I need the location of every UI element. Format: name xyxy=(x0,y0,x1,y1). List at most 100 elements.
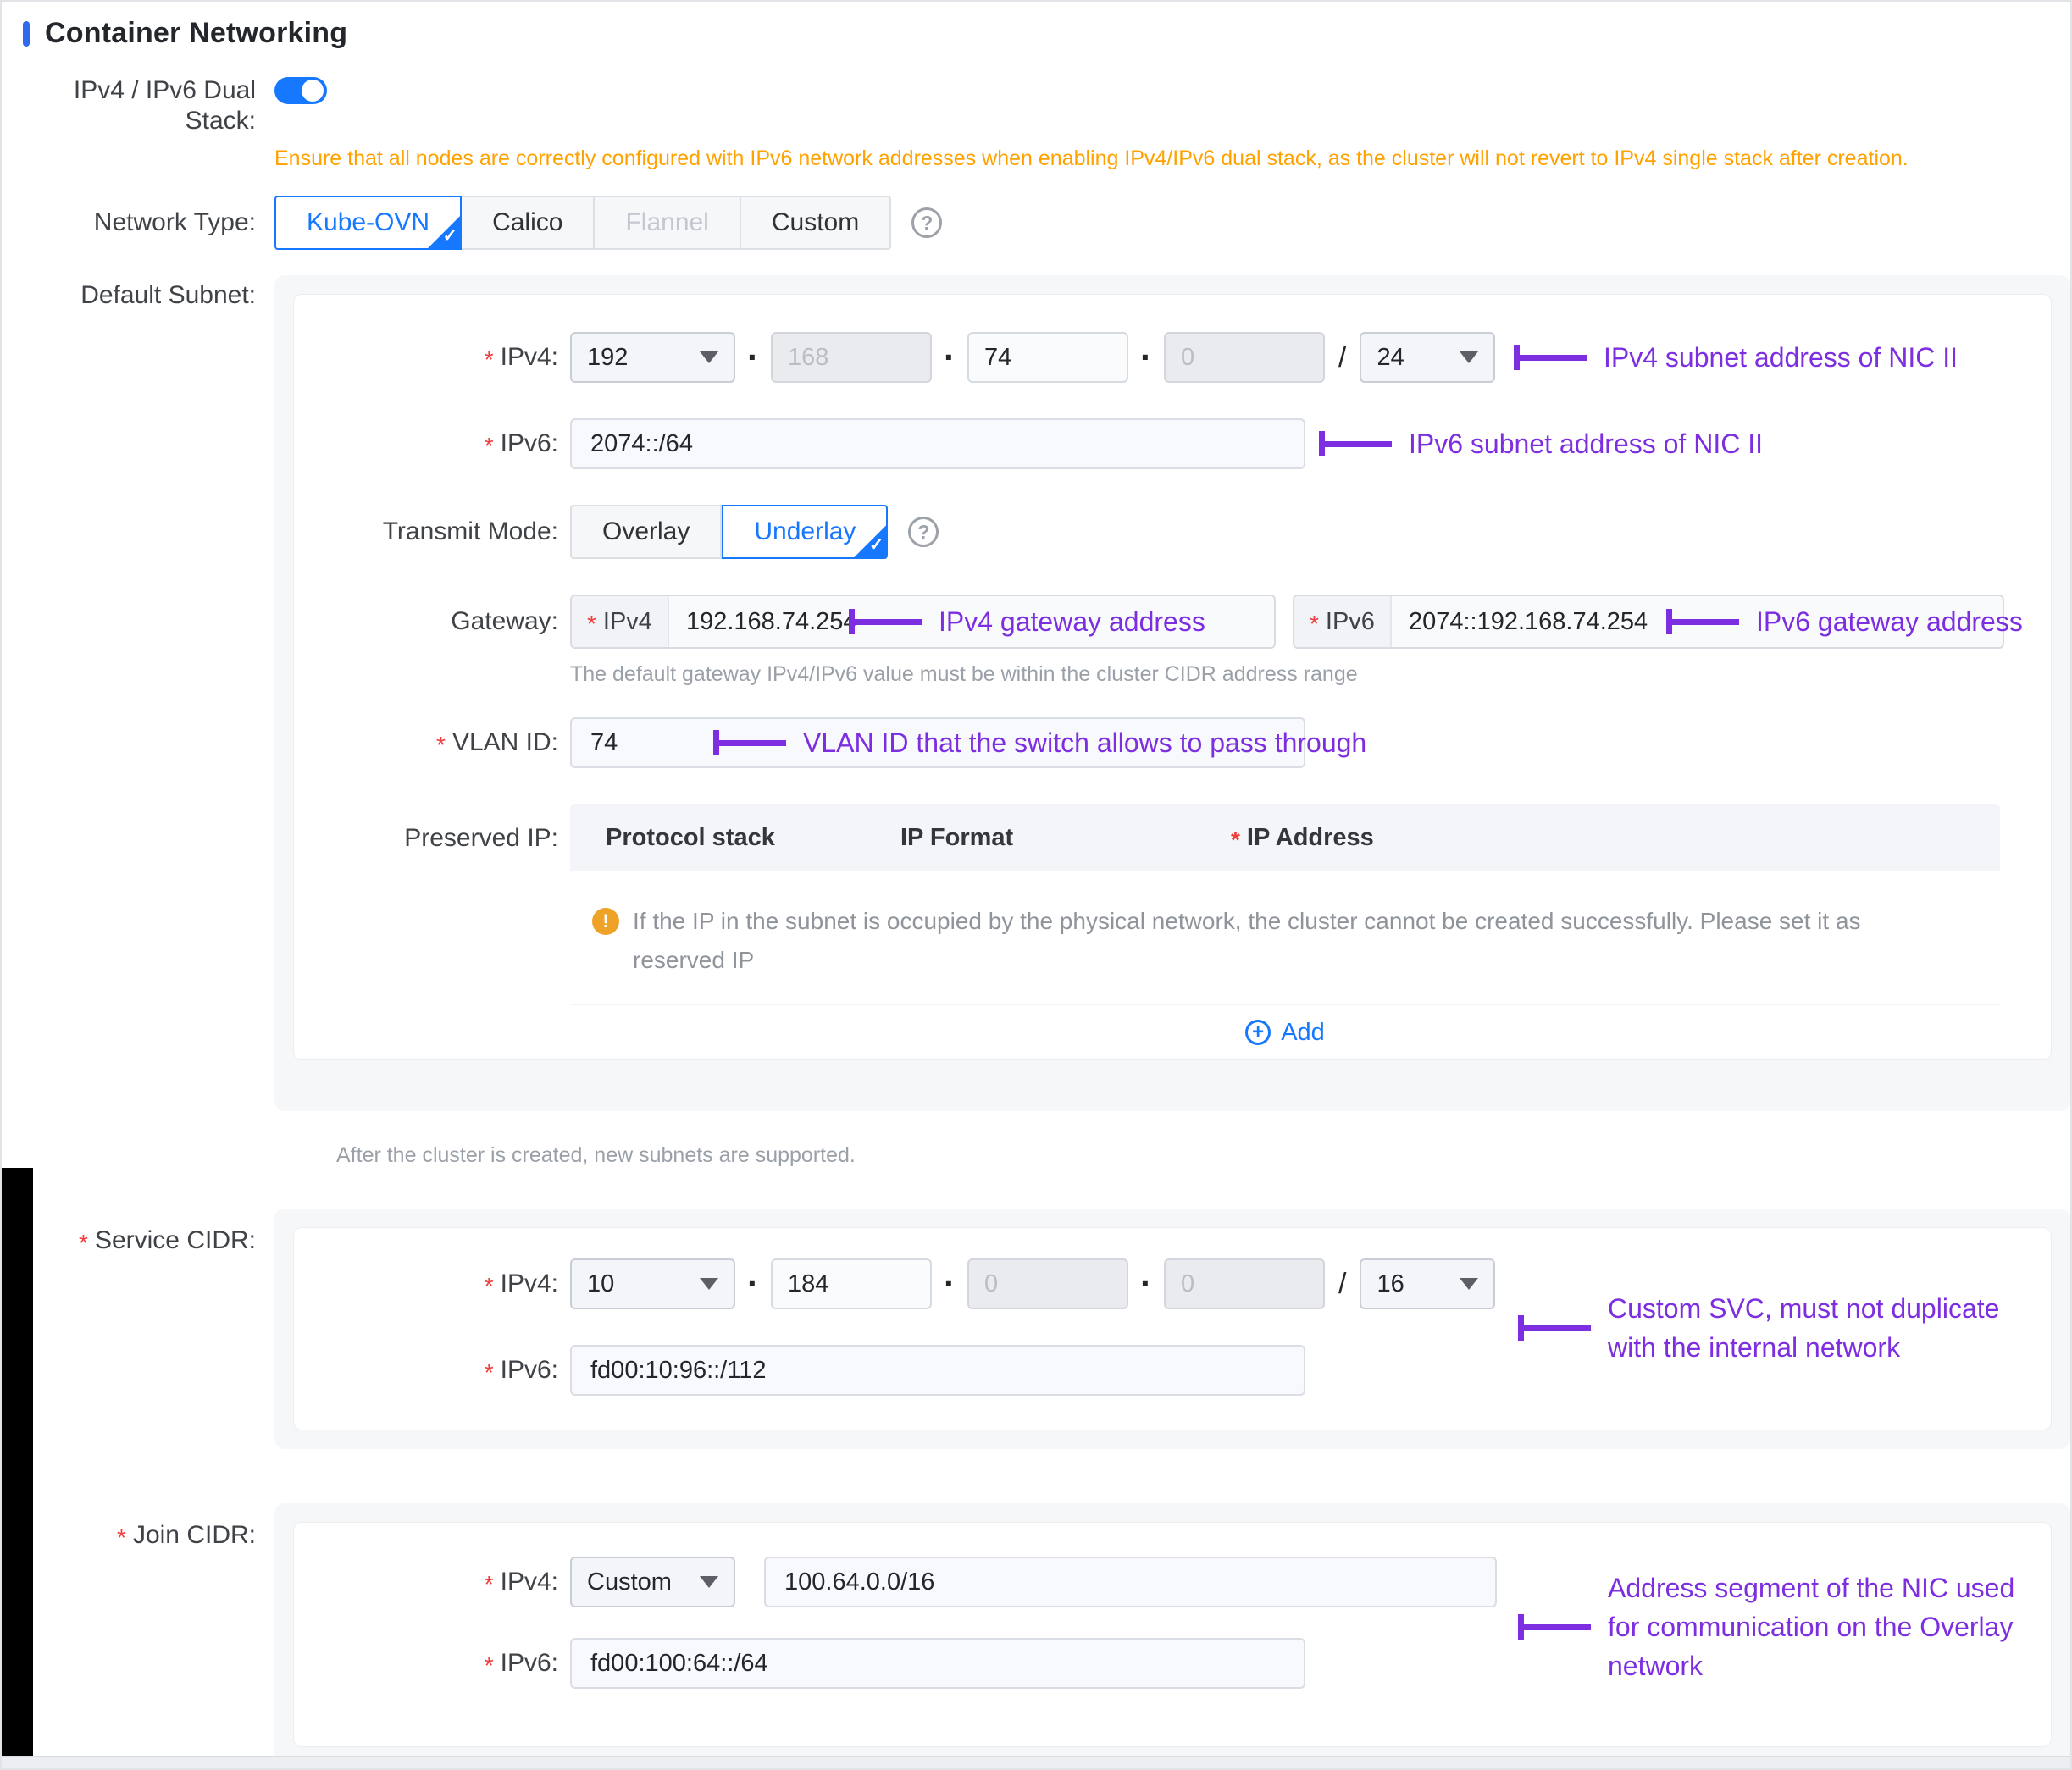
ipv4-prefix-select[interactable]: 24 xyxy=(1360,332,1495,383)
subnet-ipv6-label: IPv6: xyxy=(501,429,558,457)
subnet-ipv6-input[interactable] xyxy=(570,418,1305,469)
ipv4-subnet-annotation: IPv4 subnet address of NIC II xyxy=(1514,338,1958,377)
network-type-label: Network Type: xyxy=(2,196,256,238)
chevron-down-icon xyxy=(700,1576,718,1588)
service-octet2-input[interactable] xyxy=(771,1258,932,1309)
vlan-row: *VLAN ID: VLAN ID that the switch allows… xyxy=(294,717,2051,768)
dot-separator: · xyxy=(944,1258,956,1309)
dot-separator: · xyxy=(1140,1258,1152,1309)
preserved-ip-table: Protocol stack IP Format *IP Address ! I… xyxy=(570,804,2000,1059)
gateway-label: Gateway: xyxy=(294,607,558,636)
service-cidr-label: Service CIDR: xyxy=(95,1226,256,1254)
join-ipv6-input[interactable] xyxy=(570,1638,1305,1689)
prefix-value: 24 xyxy=(1377,344,1404,372)
dot-separator: · xyxy=(747,1258,759,1309)
subnet-ipv6-row: * IPv6: IPv6 subnet address of NIC II xyxy=(294,418,2051,469)
gateway-hint: The default gateway IPv4/IPv6 value must… xyxy=(570,662,1358,687)
add-preserved-ip-button[interactable]: + Add xyxy=(570,1004,2000,1059)
required-marker: * xyxy=(1231,827,1240,853)
dot-separator: · xyxy=(944,332,956,383)
tab-calico[interactable]: Calico xyxy=(462,196,595,250)
add-icon: + xyxy=(1245,1020,1271,1045)
ipv4-octet2-input xyxy=(771,332,932,383)
required-marker: * xyxy=(485,1652,494,1679)
service-cidr-row: * Service CIDR: * IPv4: 10 · · xyxy=(2,1209,2070,1449)
gateway-ipv4-group[interactable]: *IPv4 192.168.74.254 xyxy=(570,595,1276,649)
network-type-help-icon[interactable]: ? xyxy=(911,207,942,238)
ipv4-octet1-select[interactable]: 192 xyxy=(570,332,735,383)
join-cidr-panel: *IPv4: Custom Address segment of the NIC… xyxy=(274,1503,2070,1766)
tab-overlay[interactable]: Overlay xyxy=(570,505,722,559)
required-marker: * xyxy=(79,1230,88,1256)
service-cidr-panel: * IPv4: 10 · · · / xyxy=(274,1209,2070,1449)
gateway-ipv6-value[interactable]: 2074::192.168.74.254 xyxy=(1392,608,1665,636)
service-ipv4-row: *IPv4: 10 · · · / xyxy=(294,1258,2051,1309)
service-ipv4-label: IPv4: xyxy=(501,1269,558,1297)
prefix-value: 16 xyxy=(1377,1270,1404,1298)
join-cidr-row: *Join CIDR: *IPv4: Custom xyxy=(2,1503,2070,1766)
required-marker: * xyxy=(436,732,446,758)
check-icon: ✓ xyxy=(854,525,886,557)
dot-separator: · xyxy=(1140,332,1152,383)
warning-icon: ! xyxy=(592,908,619,935)
network-type-row: Network Type: Kube-OVN ✓ Calico Flannel … xyxy=(2,196,2070,250)
gateway-row: Gateway: *IPv4 192.168.74.254 *IPv6 2074… xyxy=(294,595,2051,649)
slash-separator: / xyxy=(1338,1268,1346,1301)
join-ipv6-row: *IPv6: xyxy=(294,1638,2051,1689)
ipv4-octet4-input xyxy=(1164,332,1325,383)
annotation-line xyxy=(1518,1614,1591,1640)
dual-stack-row: IPv4 / IPv6 Dual Stack: xyxy=(2,75,2070,136)
join-ipv4-mode-select[interactable]: Custom xyxy=(570,1557,735,1607)
required-marker: * xyxy=(587,611,596,638)
required-marker: * xyxy=(485,433,494,459)
default-subnet-card: *IPv4: 192 · · · / xyxy=(293,294,2052,1060)
join-ipv4-label: IPv4: xyxy=(501,1568,558,1596)
tab-custom[interactable]: Custom xyxy=(741,196,891,250)
required-marker: * xyxy=(485,1359,494,1386)
tab-label: Flannel xyxy=(625,208,708,237)
tab-kube-ovn[interactable]: Kube-OVN ✓ xyxy=(274,196,462,250)
ipv6-subnet-annotation: IPv6 subnet address of NIC II xyxy=(1319,424,1763,463)
slash-separator: / xyxy=(1338,341,1346,374)
subnet-ipv4-row: *IPv4: 192 · · · / xyxy=(294,332,2051,383)
column-protocol-stack: Protocol stack xyxy=(570,824,900,852)
check-icon: ✓ xyxy=(428,216,460,248)
ipv4-octet3-input[interactable] xyxy=(967,332,1128,383)
service-cidr-card: * IPv4: 10 · · · / xyxy=(293,1227,2052,1430)
service-prefix-select[interactable]: 16 xyxy=(1360,1258,1495,1309)
subnet-footer-hint: After the cluster is created, new subnet… xyxy=(336,1143,2070,1168)
gateway-ipv4-value[interactable]: 192.168.74.254 xyxy=(669,608,874,636)
section-accent-bar xyxy=(23,21,30,47)
preserved-ip-row: Preserved IP: Protocol stack IP Format *… xyxy=(294,804,2051,1059)
tab-label: Custom xyxy=(772,208,859,237)
tab-label: Calico xyxy=(492,208,562,237)
dual-stack-label: IPv4 / IPv6 Dual Stack: xyxy=(2,75,256,136)
service-ipv6-label: IPv6: xyxy=(501,1356,558,1384)
service-ipv6-input[interactable] xyxy=(570,1345,1305,1396)
service-octet1-select[interactable]: 10 xyxy=(570,1258,735,1309)
tab-underlay[interactable]: Underlay ✓ xyxy=(722,505,888,559)
annotation-line xyxy=(1319,431,1392,456)
gateway-ipv6-prefix: IPv6 xyxy=(1326,608,1375,636)
default-subnet-panel: *IPv4: 192 · · · / xyxy=(274,275,2070,1111)
gateway-ipv6-group[interactable]: *IPv6 2074::192.168.74.254 xyxy=(1293,595,2004,649)
join-ipv4-input[interactable] xyxy=(764,1557,1497,1607)
bottom-divider xyxy=(2,1756,2070,1768)
chevron-down-icon xyxy=(1460,1278,1478,1290)
preserved-ip-label: Preserved IP: xyxy=(294,804,558,853)
transmit-mode-help-icon[interactable]: ? xyxy=(908,517,939,547)
vlan-input[interactable] xyxy=(570,717,1305,768)
tab-label: Overlay xyxy=(602,517,690,546)
join-cidr-card: *IPv4: Custom Address segment of the NIC… xyxy=(293,1522,2052,1747)
required-marker: * xyxy=(485,346,494,373)
octet-value: 192 xyxy=(587,344,628,372)
annotation-line xyxy=(1518,1315,1591,1341)
tab-label: Kube-OVN xyxy=(307,208,429,237)
required-marker: * xyxy=(485,1571,494,1597)
vlan-label: VLAN ID: xyxy=(452,728,558,756)
default-subnet-row: Default Subnet: *IPv4: 192 · xyxy=(2,275,2070,1111)
service-octet4-input xyxy=(1164,1258,1325,1309)
page-title: Container Networking xyxy=(45,17,347,50)
column-ip-address: IP Address xyxy=(1247,824,1374,851)
dual-stack-toggle[interactable] xyxy=(274,77,327,104)
